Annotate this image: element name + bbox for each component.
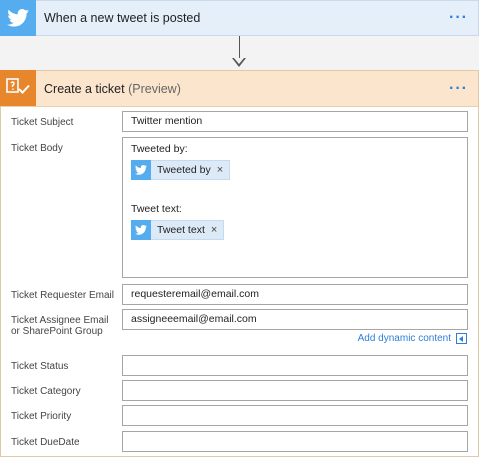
trigger-title: When a new tweet is posted [44, 11, 201, 25]
action-title-text: Create a ticket [44, 81, 125, 96]
priority-label: Ticket Priority [11, 411, 72, 422]
remove-token-icon[interactable]: × [211, 224, 217, 236]
ticket-icon [0, 70, 36, 106]
remove-token-icon[interactable]: × [217, 164, 223, 176]
action-header[interactable]: Create a ticket (Preview) ··· [0, 70, 478, 107]
assignee-label-line2: or SharePoint Group [11, 326, 103, 337]
requester-email-input[interactable]: requesteremail@email.com [122, 284, 468, 305]
token-label: Tweet text [157, 224, 205, 236]
priority-input[interactable] [122, 405, 468, 426]
body-input[interactable]: Tweeted by: Tweeted by × Tweet text: Twe… [122, 137, 468, 278]
duedate-label: Ticket DueDate [11, 437, 80, 448]
action-card: Create a ticket (Preview) ··· Ticket Sub… [0, 70, 479, 457]
action-more-menu-icon[interactable]: ··· [449, 80, 468, 97]
token-label: Tweeted by [157, 164, 211, 176]
dynamic-content-icon [456, 333, 467, 344]
subject-input[interactable]: Twitter mention [122, 111, 468, 132]
preview-tag: (Preview) [128, 81, 181, 96]
twitter-icon [131, 159, 151, 180]
add-dynamic-content-label: Add dynamic content [357, 333, 451, 344]
twitter-icon [131, 219, 151, 240]
subject-label: Ticket Subject [11, 117, 74, 128]
status-input[interactable] [122, 355, 468, 376]
body-line-tweeted-by: Tweeted by: [131, 143, 188, 155]
tweeted-by-token[interactable]: Tweeted by × [131, 159, 231, 180]
status-label: Ticket Status [11, 361, 69, 372]
twitter-icon [0, 0, 36, 36]
tweet-text-token[interactable]: Tweet text × [131, 219, 225, 240]
requester-label: Ticket Requester Email [11, 290, 114, 301]
trigger-card[interactable]: When a new tweet is posted ··· [0, 0, 479, 36]
body-line-tweet-text: Tweet text: [131, 203, 182, 215]
body-label: Ticket Body [11, 143, 63, 154]
category-input[interactable] [122, 380, 468, 401]
trigger-more-menu-icon[interactable]: ··· [449, 10, 468, 26]
add-dynamic-content-link[interactable]: Add dynamic content [358, 333, 467, 344]
category-label: Ticket Category [11, 386, 81, 397]
assignee-email-input[interactable]: assigneeemail@email.com [122, 309, 468, 330]
duedate-input[interactable] [122, 431, 468, 452]
action-title: Create a ticket (Preview) [44, 82, 181, 96]
